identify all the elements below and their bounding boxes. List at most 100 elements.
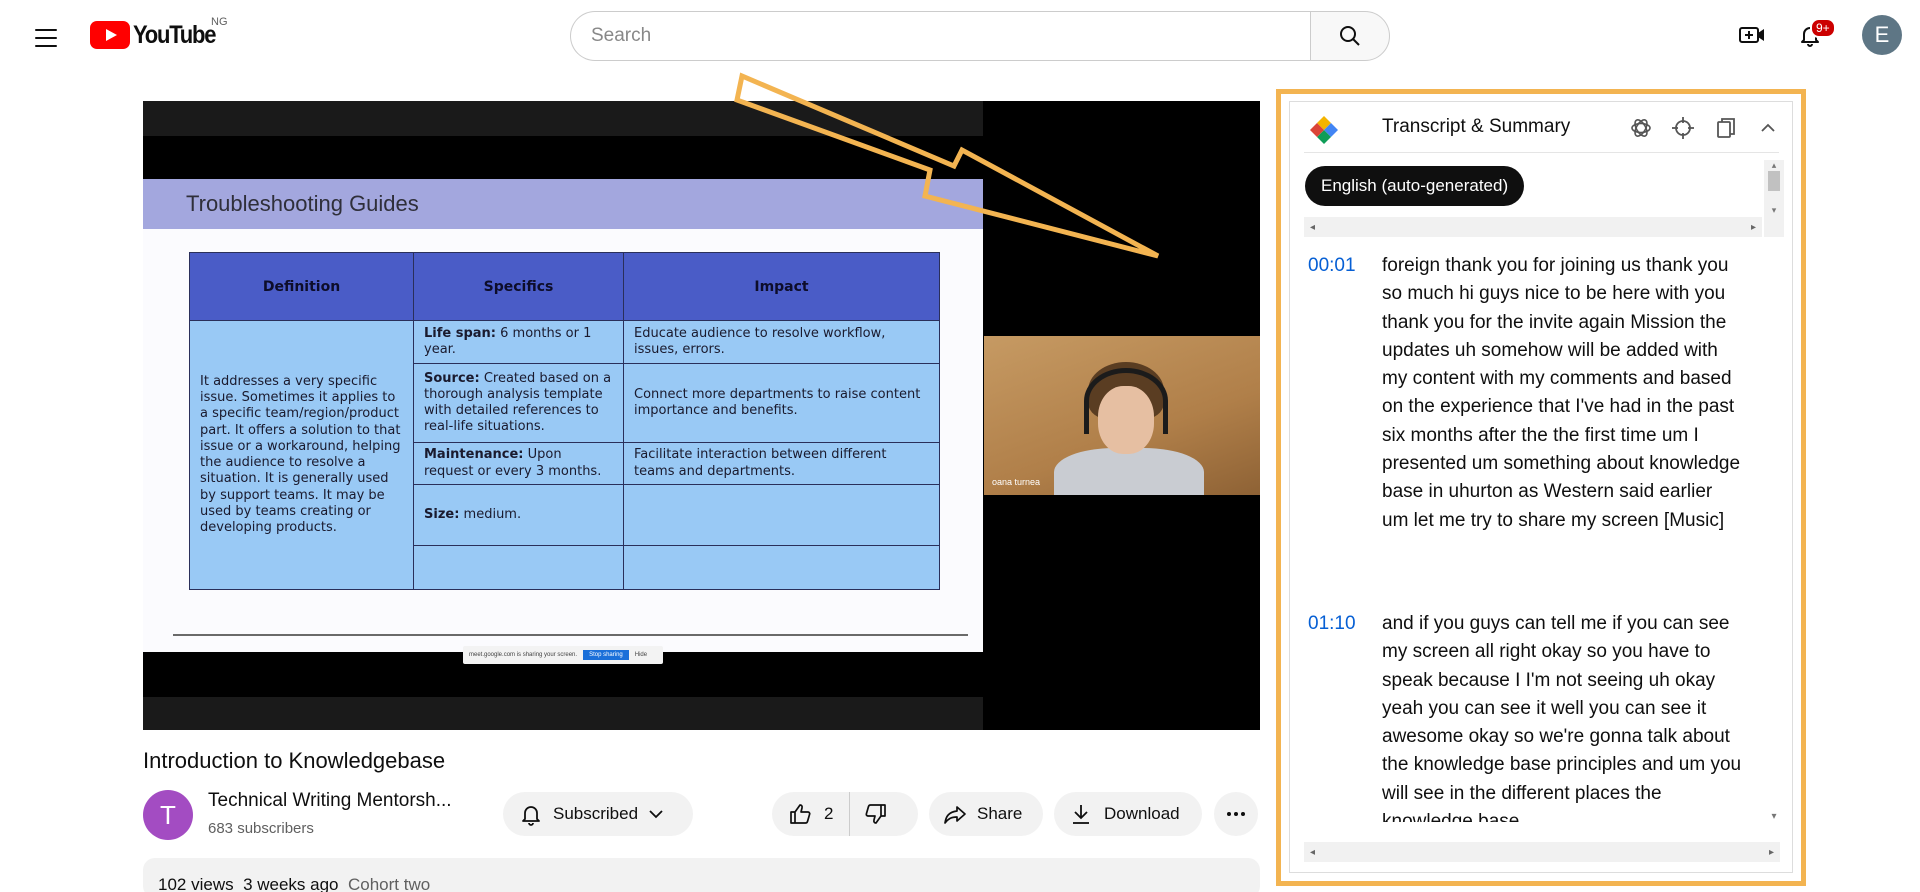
segment-timestamp[interactable]: 00:01: [1308, 252, 1366, 535]
transcript-panel: Transcript & Summary English (auto-gener…: [1289, 101, 1793, 873]
headset-icon: [1084, 368, 1168, 434]
thumbs-up-icon: [790, 804, 811, 824]
segment-timestamp[interactable]: 01:10: [1308, 610, 1366, 822]
thumbs-down-icon: [865, 804, 887, 824]
collapse-button[interactable]: [1753, 113, 1783, 143]
share-icon: [944, 806, 966, 824]
slide-title: Troubleshooting Guides: [186, 191, 419, 216]
arrow-annotation-icon: [734, 72, 1160, 259]
dislike-button[interactable]: [850, 792, 902, 836]
copy-button[interactable]: [1711, 113, 1741, 143]
chip-vertical-scrollbar[interactable]: ▴ ▾: [1764, 160, 1784, 237]
logo-wordmark: YouTube: [133, 20, 216, 49]
account-avatar[interactable]: E: [1862, 15, 1902, 55]
language-chip[interactable]: English (auto-generated): [1305, 166, 1525, 206]
table-header: Specifics: [413, 252, 624, 321]
transcript-segment[interactable]: 00:01 foreign thank you for joining us t…: [1308, 252, 1748, 535]
bell-icon: [522, 806, 540, 826]
screen-share-bar: meet.google.com is sharing your screen. …: [463, 646, 663, 664]
transcript-segment[interactable]: 01:10 and if you guys can tell me if you…: [1308, 610, 1748, 822]
stop-sharing-label: Stop sharing: [583, 650, 629, 660]
more-horizontal-icon: [1227, 812, 1245, 816]
scroll-up-icon: ▴: [1771, 160, 1777, 170]
search-button[interactable]: [1310, 11, 1390, 61]
like-button[interactable]: 2: [772, 792, 851, 836]
upload-age: 3 weeks ago: [243, 875, 339, 892]
hide-label: Hide: [634, 652, 648, 658]
description-box[interactable]: 102 views 3 weeks ago Cohort two: [143, 858, 1260, 892]
description-tag[interactable]: Cohort two: [348, 875, 430, 892]
transcript-title: Transcript & Summary: [1382, 116, 1571, 137]
language-scrollbar[interactable]: ◂ ▸: [1304, 217, 1762, 237]
create-video-icon: [1739, 27, 1764, 43]
like-dislike-group: 2: [772, 792, 918, 836]
download-label: Download: [1104, 804, 1180, 823]
download-button[interactable]: Download: [1054, 792, 1202, 836]
table-cell: Connect more departments to raise conten…: [623, 363, 940, 443]
scroll-left-icon: ◂: [1310, 846, 1316, 858]
share-button[interactable]: Share: [929, 792, 1043, 836]
definition-cell: It addresses a very specific issue. Some…: [189, 320, 414, 590]
search-icon: [1340, 26, 1360, 46]
youtube-logo[interactable]: YouTube: [90, 20, 226, 50]
spec-label: Size:: [424, 506, 460, 522]
openai-icon: [1631, 119, 1651, 137]
webcam-feed: oana turnea: [984, 336, 1260, 495]
table-cell: [623, 545, 940, 590]
subscribed-label: Subscribed: [553, 804, 639, 823]
like-count: 2: [824, 804, 834, 823]
panel-divider: [1304, 152, 1779, 153]
spec-text: medium.: [459, 506, 522, 522]
table-cell: Facilitate interaction between different…: [623, 442, 940, 485]
slide-footer-line: [173, 634, 968, 636]
youtube-play-icon: [90, 21, 130, 49]
channel-name[interactable]: Technical Writing Mentorsh...: [208, 790, 452, 812]
subscribed-button[interactable]: Subscribed: [503, 792, 693, 836]
scroll-left-icon: ◂: [1310, 221, 1316, 233]
table-header: Impact: [623, 252, 940, 321]
notification-badge: 9+: [1810, 18, 1836, 38]
view-count: 102 views: [158, 875, 234, 892]
participant-name: oana turnea: [992, 477, 1041, 487]
create-button[interactable]: [1730, 13, 1774, 57]
share-label: Share: [977, 804, 1023, 823]
scroll-right-icon: ▸: [1750, 221, 1756, 233]
spec-label: Maintenance:: [424, 447, 524, 463]
table-header: Definition: [189, 252, 414, 321]
chevron-down-icon: [649, 810, 663, 819]
transcript-horizontal-scrollbar[interactable]: ◂ ▸: [1304, 842, 1780, 862]
search-input[interactable]: Search: [570, 11, 1310, 61]
table-cell: Life span: 6 months or 1 year.: [413, 320, 624, 364]
menu-icon[interactable]: [28, 20, 64, 56]
locate-button[interactable]: [1668, 113, 1698, 143]
openai-summary-button[interactable]: [1626, 113, 1656, 143]
segment-text: foreign thank you for joining us thank y…: [1382, 255, 1741, 531]
channel-avatar[interactable]: T: [143, 790, 193, 840]
video-title: Introduction to Knowledgebase: [143, 748, 446, 773]
table-cell: [623, 484, 940, 546]
table-cell: Size: medium.: [413, 484, 624, 546]
scroll-down-icon: ▾: [1771, 205, 1777, 215]
spec-label: Life span:: [424, 325, 497, 341]
guides-table: Definition Specifics Impact It addresses…: [189, 252, 940, 590]
region-code: NG: [211, 16, 228, 28]
transcript-vertical-scrollbar[interactable]: ▾: [1764, 240, 1784, 822]
spec-label: Source:: [424, 370, 480, 386]
scroll-down-icon: ▾: [1771, 811, 1777, 822]
cam-body: [1054, 448, 1204, 495]
scroll-thumb[interactable]: [1768, 171, 1780, 191]
scroll-right-icon: ▸: [1768, 846, 1774, 858]
share-bar-text: meet.google.com is sharing your screen.: [469, 652, 578, 658]
subscriber-count: 683 subscribers: [208, 820, 314, 837]
player-band-bottom: [143, 697, 983, 730]
chevron-up-icon: [1761, 123, 1775, 132]
search-placeholder: Search: [591, 25, 652, 46]
download-icon: [1073, 805, 1089, 824]
more-actions-button[interactable]: [1214, 792, 1258, 836]
crosshair-icon: [1672, 117, 1694, 139]
table-cell: Educate audience to resolve workflow, is…: [623, 320, 940, 364]
copy-icon: [1717, 118, 1735, 138]
extension-logo-icon: [1310, 116, 1338, 144]
table-cell: Source: Created based on a thorough anal…: [413, 363, 624, 443]
table-cell: Maintenance: Upon request or every 3 mon…: [413, 442, 624, 485]
